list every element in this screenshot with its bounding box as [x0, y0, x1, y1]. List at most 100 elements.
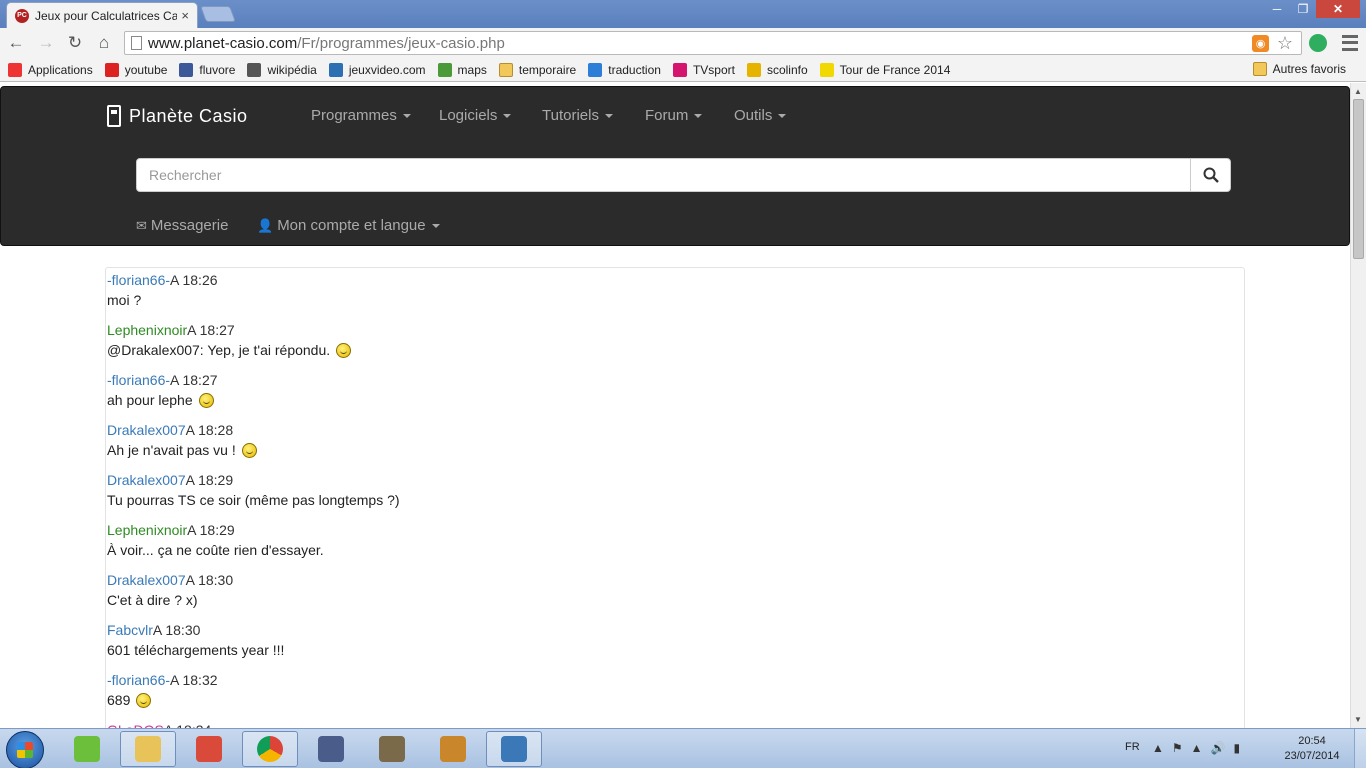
chrome-menu-icon[interactable]: [1342, 33, 1358, 53]
bookmark-item[interactable]: fluvore: [179, 62, 236, 77]
image-viewer-icon: [501, 736, 527, 762]
chat-message-body: Tu pourras TS ce soir (même pas longtemp…: [107, 490, 1244, 510]
back-arrow-icon[interactable]: ←: [4, 31, 28, 55]
wikipedia-icon: [247, 62, 262, 77]
youtube-icon: [104, 62, 119, 77]
video-editor-icon: [440, 736, 466, 762]
taskbar-app-button[interactable]: [242, 731, 298, 767]
extension-icon[interactable]: [1309, 34, 1327, 52]
gimp-icon: [379, 736, 405, 762]
taskbar-clock[interactable]: 20:54 23/07/2014: [1280, 734, 1344, 764]
chat-username-link[interactable]: -florian66-: [107, 672, 170, 688]
network-signal-icon[interactable]: ▲: [1191, 741, 1203, 755]
menu-outils[interactable]: Outils: [734, 107, 787, 124]
taskbar-app-button[interactable]: [59, 731, 115, 767]
bookmark-item[interactable]: TVsport: [672, 62, 735, 77]
app-grid-icon: [196, 736, 222, 762]
new-tab-button[interactable]: [200, 6, 236, 22]
chat-message-text: Ah je n'avait pas vu !: [107, 442, 236, 458]
chat-message-header: LephenixnoirA 18:29: [107, 520, 1244, 540]
menu-tutoriels[interactable]: Tutoriels: [542, 107, 613, 124]
window-titlebar: PC Jeux pour Calculatrices Ca × ─ ❐ ✕: [0, 0, 1366, 28]
start-button[interactable]: [6, 731, 44, 768]
bookmark-item[interactable]: Tour de France 2014: [819, 62, 951, 77]
chat-username-link[interactable]: -florian66-: [107, 272, 170, 288]
bookmark-star-icon[interactable]: ☆: [1277, 33, 1293, 54]
bookmark-label: fluvore: [199, 62, 236, 77]
window-close-icon[interactable]: ✕: [1316, 0, 1360, 18]
chat-timestamp: A 18:27: [187, 322, 235, 338]
bookmark-item[interactable]: Applications: [8, 62, 93, 77]
search-button[interactable]: [1190, 159, 1230, 191]
bookmark-item[interactable]: wikipédia: [247, 62, 317, 77]
tab-close-icon[interactable]: ×: [181, 8, 189, 23]
volume-icon[interactable]: 🔊: [1211, 741, 1226, 755]
scroll-up-icon[interactable]: ▲: [1354, 87, 1362, 96]
action-center-flag-icon[interactable]: ⚑: [1172, 741, 1183, 755]
show-desktop-button[interactable]: [1354, 729, 1366, 768]
taskbar-app-button[interactable]: [364, 731, 420, 767]
calculator-icon: [107, 105, 121, 127]
scroll-down-icon[interactable]: ▼: [1354, 715, 1362, 724]
taskbar-app-button[interactable]: [181, 731, 237, 767]
chat-message-text: À voir... ça ne coûte rien d'essayer.: [107, 542, 324, 558]
usb-device-icon[interactable]: ▮: [1234, 741, 1241, 755]
bookmark-item[interactable]: maps: [437, 62, 487, 77]
account-label: Mon compte et langue: [277, 217, 426, 234]
chrome-icon: [257, 736, 283, 762]
chat-username-link[interactable]: Drakalex007: [107, 572, 186, 588]
home-icon[interactable]: ⌂: [92, 31, 116, 55]
chat-message-header: -florian66-A 18:26: [107, 270, 1244, 290]
menu-logiciels[interactable]: Logiciels: [439, 107, 512, 124]
translate-icon: [588, 62, 603, 77]
wifi-app-icon: [74, 736, 100, 762]
bookmark-item[interactable]: jeuxvideo.com: [328, 62, 426, 77]
chat-username-link[interactable]: Fabcvlr: [107, 622, 153, 638]
chat-username-link[interactable]: Drakalex007: [107, 472, 186, 488]
bookmark-item[interactable]: traduction: [588, 62, 661, 77]
messagerie-link[interactable]: ✉ Messagerie: [136, 217, 228, 234]
menu-forum[interactable]: Forum: [645, 107, 703, 124]
page-icon: [131, 36, 142, 50]
site-brand[interactable]: Planète Casio: [107, 105, 248, 127]
menu-programmes[interactable]: Programmes: [311, 107, 411, 124]
scrollbar-thumb[interactable]: [1353, 99, 1364, 259]
folder-icon: [1252, 62, 1267, 76]
bookmark-item[interactable]: youtube: [104, 62, 167, 77]
url-host: www.planet-casio.com: [148, 34, 298, 52]
forward-arrow-icon[interactable]: →: [34, 31, 58, 55]
chat-username-link[interactable]: -florian66-: [107, 372, 170, 388]
chat-message: Drakalex007A 18:30 C'et à dire ? x): [107, 570, 1244, 620]
chat-username-link[interactable]: Drakalex007: [107, 422, 186, 438]
address-bar[interactable]: www.planet-casio.com/Fr/programmes/jeux-…: [124, 31, 1302, 55]
smiley-icon: [198, 393, 214, 408]
taskbar-app-button[interactable]: [303, 731, 359, 767]
bookmark-item[interactable]: temporaire: [498, 62, 576, 77]
taskbar-app-button[interactable]: [120, 731, 176, 767]
show-hidden-icons-icon[interactable]: ▲: [1152, 741, 1164, 755]
smiley-icon: [241, 443, 257, 458]
chat-username-link[interactable]: Lephenixnoir: [107, 522, 187, 538]
chat-username-link[interactable]: Lephenixnoir: [107, 322, 187, 338]
bookmark-label: TVsport: [692, 62, 735, 77]
reload-icon[interactable]: ↻: [63, 31, 87, 55]
menu-label: Programmes: [311, 107, 397, 124]
taskbar-app-button[interactable]: [486, 731, 542, 767]
bookmark-label: Tour de France 2014: [839, 62, 951, 77]
chat-message-header: Drakalex007A 18:28: [107, 420, 1244, 440]
taskbar-app-button[interactable]: [425, 731, 481, 767]
chat-message-body: ah pour lephe: [107, 390, 1244, 410]
browser-tab[interactable]: PC Jeux pour Calculatrices Ca ×: [6, 2, 198, 28]
account-menu[interactable]: 👤 Mon compte et langue: [257, 217, 440, 234]
maps-icon: [437, 62, 452, 77]
bookmark-item[interactable]: scolinfo: [746, 62, 808, 77]
page-scrollbar[interactable]: ▲ ▼: [1350, 83, 1366, 728]
restore-icon[interactable]: ❐: [1290, 0, 1316, 18]
language-indicator[interactable]: FR: [1125, 741, 1140, 753]
rss-icon[interactable]: ◉: [1252, 35, 1269, 52]
other-bookmarks-folder[interactable]: Autres favoris: [1252, 62, 1346, 76]
minimize-icon[interactable]: ─: [1264, 0, 1290, 18]
search-input[interactable]: [137, 159, 1190, 191]
chat-message-text: @Drakalex007: Yep, je t'ai répondu.: [107, 342, 331, 358]
chat-message: -florian66-A 18:27 ah pour lephe: [107, 370, 1244, 420]
